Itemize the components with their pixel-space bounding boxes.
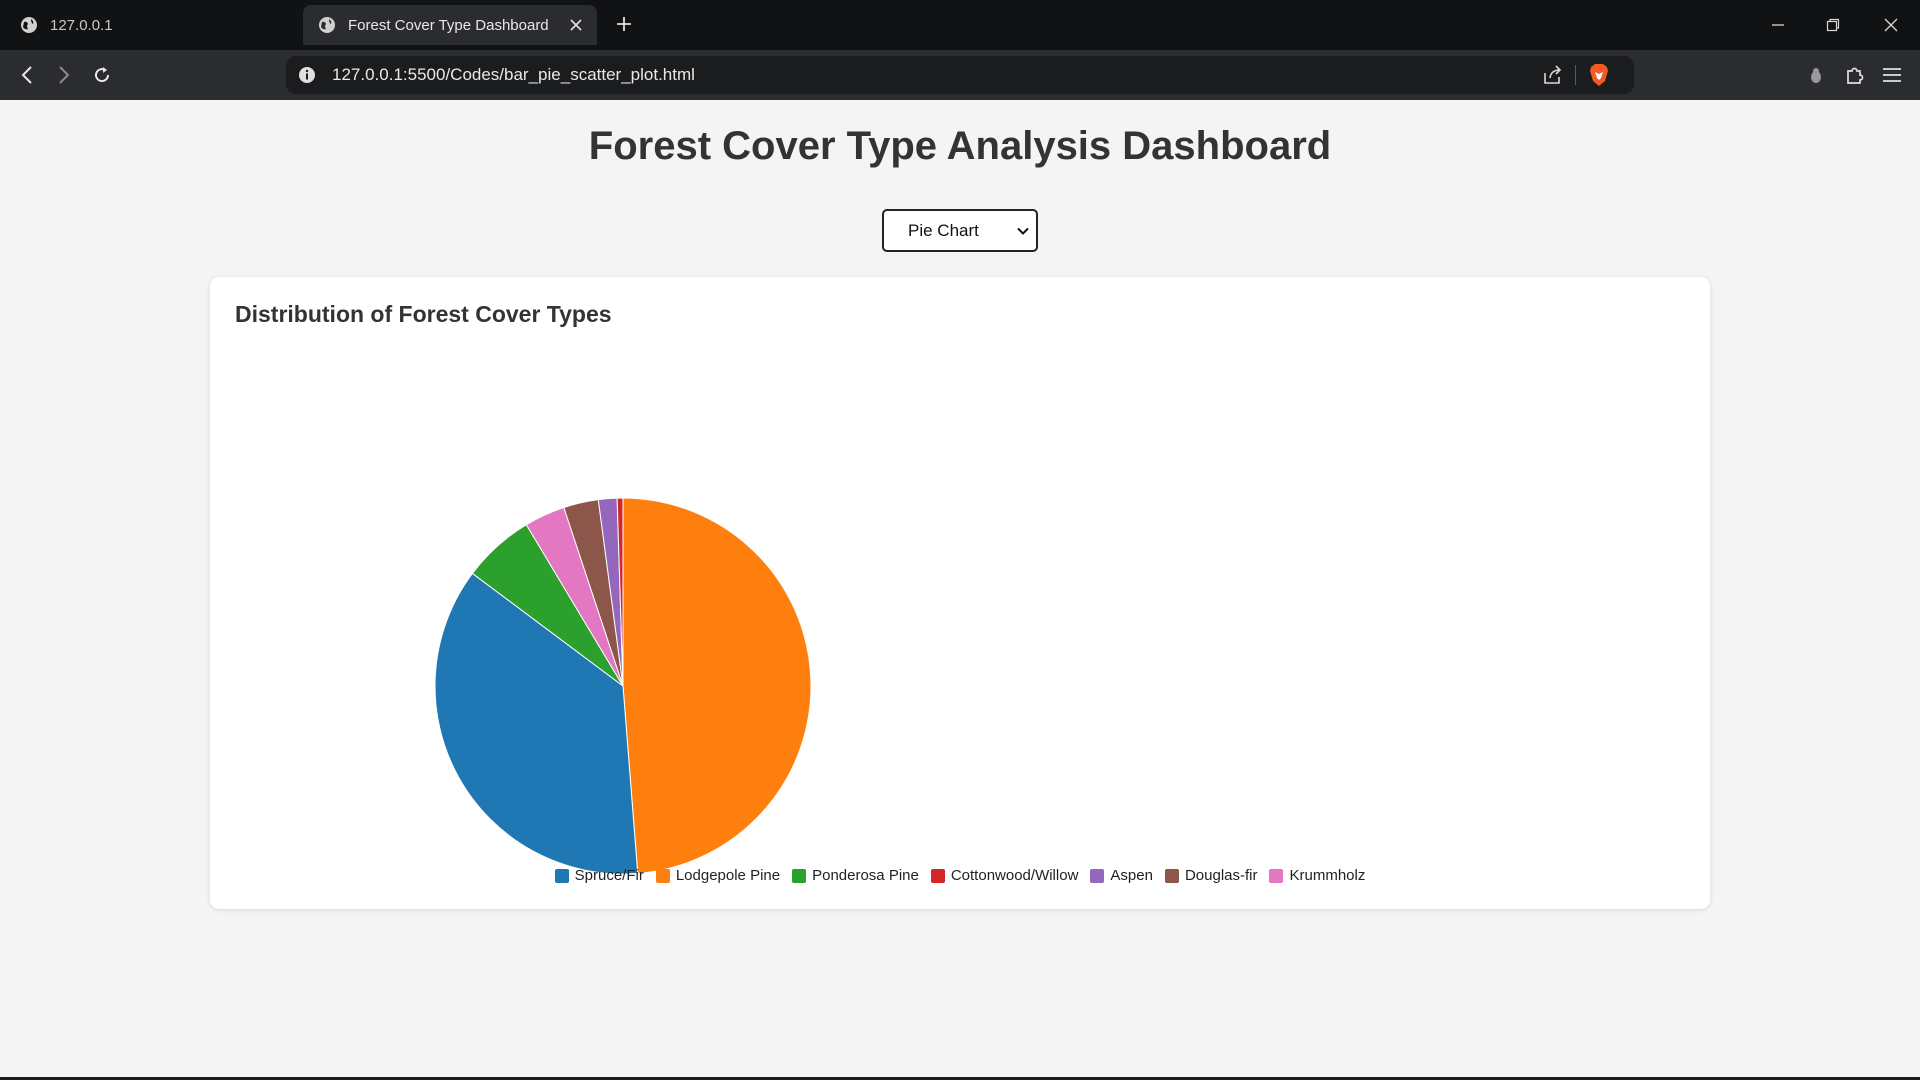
close-tab-icon[interactable] [567,16,585,34]
tab-dashboard[interactable]: Forest Cover Type Dashboard [303,5,597,45]
legend-swatch [1164,868,1179,883]
forward-arrow-icon[interactable] [52,63,76,87]
minimize-icon[interactable] [1766,13,1790,37]
restore-icon[interactable] [1821,13,1845,37]
legend-swatch [792,868,807,883]
browser-tab-bar: 127.0.0.1 Forest Cover Type Dashboard [0,0,1920,50]
address-bar-divider [1575,65,1576,85]
reload-icon[interactable] [90,63,114,87]
site-info-icon[interactable] [298,66,316,84]
legend-item-spruce-fir[interactable]: Spruce/Fir [554,867,644,884]
legend-item-ponderosa-pine[interactable]: Ponderosa Pine [792,867,919,884]
tab-localhost[interactable]: 127.0.0.1 [10,5,290,45]
share-icon[interactable] [1542,64,1564,86]
chevron-down-icon [1017,227,1029,235]
url-text[interactable]: 127.0.0.1:5500/Codes/bar_pie_scatter_plo… [332,65,695,85]
legend-label: Ponderosa Pine [812,867,919,884]
legend-swatch [1269,868,1284,883]
legend-swatch [1090,868,1105,883]
back-arrow-icon[interactable] [15,63,39,87]
legend-label: Spruce/Fir [574,867,644,884]
chart-legend: Spruce/Fir Lodgepole Pine Ponderosa Pine Co… [210,867,1710,884]
pie-slice-lodgepole-pine[interactable] [622,497,812,874]
legend-item-lodgepole-pine[interactable]: Lodgepole Pine [655,867,781,884]
legend-swatch [930,868,945,883]
legend-swatch [655,868,670,883]
wallet-icon[interactable] [1804,63,1828,87]
pie-chart [434,497,812,875]
chart-type-selected-value: Pie Chart [908,221,979,240]
legend-label: Aspen [1110,867,1153,884]
extensions-icon[interactable] [1843,63,1867,87]
tab-title: Forest Cover Type Dashboard [348,16,549,34]
close-window-icon[interactable] [1879,13,1903,37]
legend-item-douglas-fir[interactable]: Douglas-fir [1164,867,1258,884]
legend-item-cottonwood-willow[interactable]: Cottonwood/Willow [930,867,1079,884]
globe-icon [319,17,335,33]
legend-label: Douglas-fir [1184,867,1258,884]
legend-label: Cottonwood/Willow [950,867,1079,884]
menu-icon[interactable] [1880,63,1904,87]
chart-type-select[interactable]: Pie Chart [882,209,1038,252]
brave-shields-icon[interactable] [1588,63,1610,87]
browser-toolbar: 127.0.0.1:5500/Codes/bar_pie_scatter_plo… [0,50,1920,100]
tab-title: 127.0.0.1 [50,16,113,34]
legend-label: Lodgepole Pine [675,867,781,884]
page-content: Forest Cover Type Analysis Dashboard Pie… [0,100,1920,1078]
page-title: Forest Cover Type Analysis Dashboard [588,124,1332,168]
globe-icon [21,17,37,33]
legend-label: Krummholz [1289,867,1366,884]
legend-swatch [554,868,569,883]
legend-item-aspen[interactable]: Aspen [1090,867,1153,884]
legend-item-krummholz[interactable]: Krummholz [1269,867,1365,884]
chart-card: Distribution of Forest Cover Types Spruc… [210,277,1710,909]
new-tab-button[interactable] [612,12,636,36]
address-bar[interactable]: 127.0.0.1:5500/Codes/bar_pie_scatter_plo… [286,56,1634,94]
